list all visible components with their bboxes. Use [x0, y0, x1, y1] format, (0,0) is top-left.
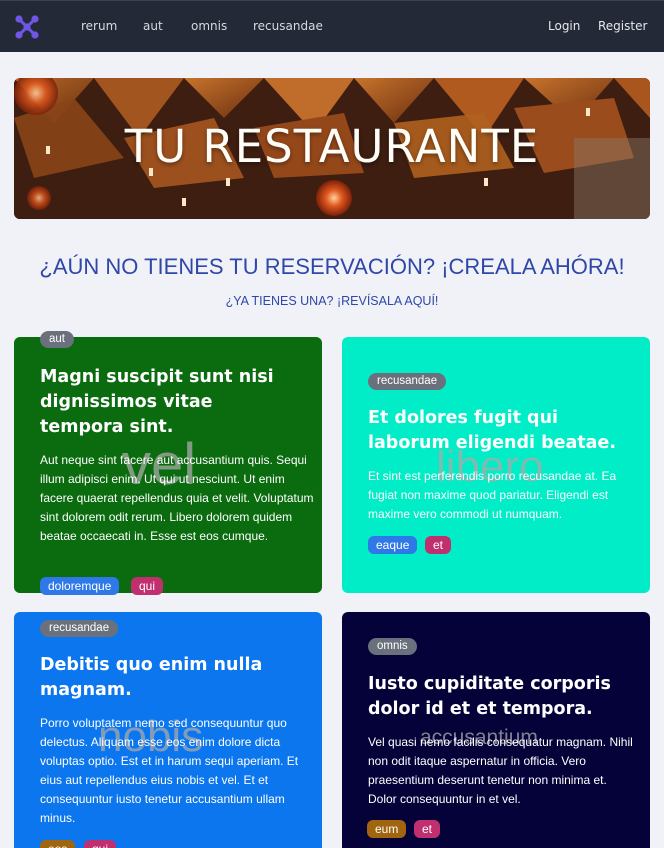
card-pill[interactable]: eum — [367, 820, 407, 838]
hero-banner: TU RESTAURANTE — [14, 78, 650, 219]
card-category-badge: aut — [40, 331, 74, 348]
card-category-badge: recusandae — [368, 373, 447, 390]
card-description: Porro voluptatem nemo sed consequuntur q… — [40, 716, 299, 825]
login-link[interactable]: Login — [548, 19, 580, 33]
nav-link-omnis[interactable]: omnis — [191, 19, 227, 33]
nav-link-rerum[interactable]: rerum — [81, 19, 117, 33]
event-card[interactable]: omnis Iusto cupiditate corporis dolor id… — [342, 612, 650, 848]
card-title: Iusto cupiditate corporis dolor id et et… — [368, 674, 611, 719]
reservation-heading[interactable]: ¿AÚN NO TIENES TU RESERVACIÓN? ¡CREALA A… — [0, 254, 664, 280]
nav-link-aut[interactable]: aut — [143, 19, 163, 33]
card-pill[interactable]: qui — [131, 577, 164, 595]
card-title: Debitis quo enim nulla magnam. — [40, 655, 263, 700]
event-card[interactable]: aut Magni suscipit sunt nisi dignissimos… — [14, 331, 322, 595]
card-pill[interactable]: eos — [40, 840, 76, 848]
card-pill[interactable]: et — [425, 536, 452, 554]
card-category-badge: recusandae — [40, 620, 119, 637]
card-description: Vel quasi nemo facilis consequatur magna… — [368, 735, 633, 806]
nav-link-recusandae[interactable]: recusandae — [253, 19, 323, 33]
top-navbar: rerum aut omnis recusandae Login Registe… — [0, 0, 664, 52]
event-card[interactable]: recusandae Debitis quo enim nulla magnam… — [14, 612, 322, 848]
card-pill[interactable]: eaque — [368, 536, 418, 554]
hero-title: TU RESTAURANTE — [124, 120, 540, 173]
event-card[interactable]: recusandae Et dolores fugit qui laborum … — [342, 337, 650, 593]
card-pill[interactable]: doloremque — [40, 577, 120, 595]
register-link[interactable]: Register — [598, 19, 647, 33]
logo-icon[interactable] — [14, 14, 40, 40]
card-pill[interactable]: qui — [84, 840, 117, 848]
card-description: Et sint est perferendis porro recusandae… — [368, 469, 617, 521]
card-pill[interactable]: et — [414, 820, 441, 838]
card-category-badge: omnis — [368, 638, 417, 655]
card-description: Aut neque sint facere aut accusantium qu… — [40, 453, 314, 543]
review-reservation-link[interactable]: ¿YA TIENES UNA? ¡REVÍSALA AQUÍ! — [0, 294, 664, 308]
card-title: Magni suscipit sunt nisi dignissimos vit… — [40, 367, 274, 437]
